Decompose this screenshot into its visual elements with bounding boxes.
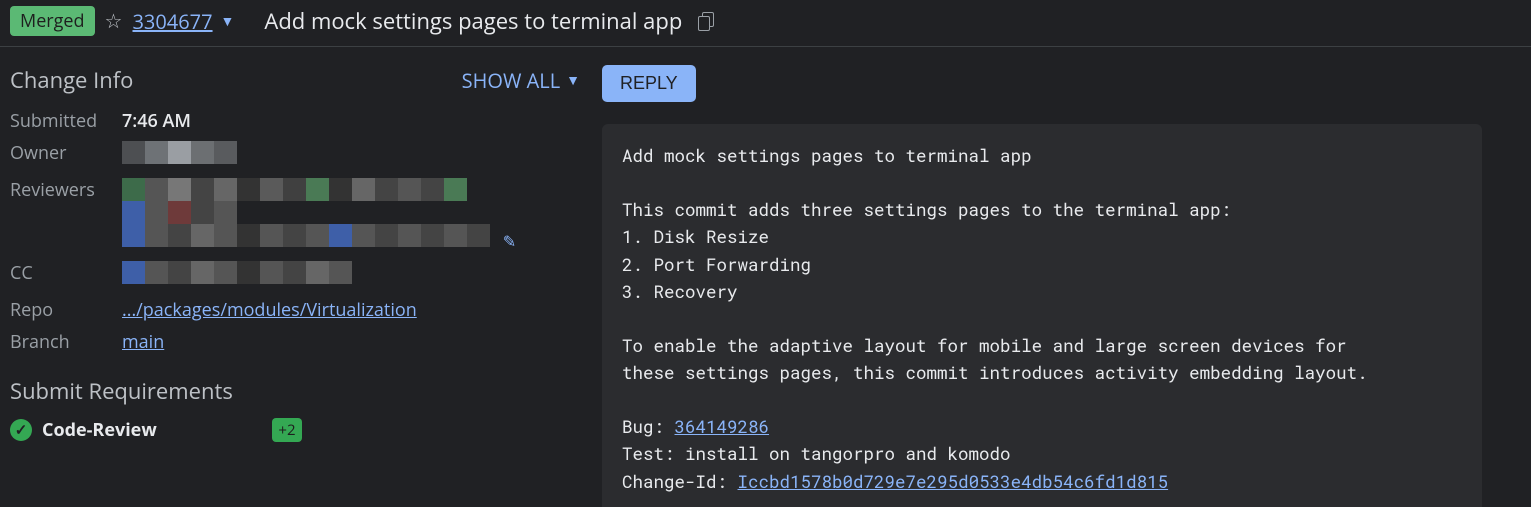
submitted-row: Submitted 7:46 AM	[10, 109, 580, 133]
branch-link[interactable]: main	[122, 330, 164, 354]
change-info-panel: Change Info SHOW ALL ▼ Submitted 7:46 AM…	[10, 65, 580, 442]
main-content: Change Info SHOW ALL ▼ Submitted 7:46 AM…	[0, 47, 1531, 507]
cc-value-redacted	[122, 261, 352, 290]
copy-icon[interactable]	[698, 12, 714, 30]
commit-body-intro: This commit adds three settings pages to…	[622, 198, 1231, 221]
reply-button[interactable]: REPLY	[602, 65, 696, 102]
change-info-heading: Change Info	[10, 65, 133, 95]
commit-bug-label: Bug:	[622, 415, 675, 438]
commit-body-para: To enable the adaptive layout for mobile…	[622, 334, 1368, 384]
submitted-value: 7:46 AM	[122, 109, 191, 133]
commit-list-1: 1. Disk Resize	[622, 225, 769, 248]
show-all-label: SHOW ALL	[462, 67, 560, 94]
requirement-row: ✓ Code-Review +2	[10, 418, 580, 442]
repo-row: Repo .../packages/modules/Virtualization	[10, 298, 580, 322]
check-circle-icon: ✓	[10, 419, 32, 441]
repo-label: Repo	[10, 298, 122, 322]
owner-value-redacted	[122, 141, 237, 170]
commit-list-3: 3. Recovery	[622, 280, 738, 303]
show-all-button[interactable]: SHOW ALL ▼	[462, 67, 580, 94]
commit-changeid-link[interactable]: Iccbd1578b0d729e7e295d0533e4db54c6fd1d81…	[738, 470, 1169, 493]
cc-row: CC	[10, 261, 580, 290]
owner-row: Owner	[10, 141, 580, 170]
branch-row: Branch main	[10, 330, 580, 354]
chevron-down-icon: ▼	[566, 71, 580, 90]
status-chip-merged: Merged	[10, 6, 95, 36]
commit-title: Add mock settings pages to terminal app	[622, 144, 1032, 167]
edit-reviewers-icon[interactable]: ✎	[503, 230, 516, 252]
reviewers-row: Reviewers ✎	[10, 178, 580, 253]
commit-message-box: Add mock settings pages to terminal app …	[602, 124, 1482, 507]
commit-test-line: Test: install on tangorpro and komodo	[622, 442, 1011, 465]
change-number-dropdown-icon[interactable]: ▼	[221, 12, 235, 31]
vote-chip: +2	[272, 418, 302, 442]
change-header: Merged ☆ 3304677 ▼ Add mock settings pag…	[0, 0, 1531, 47]
cc-label: CC	[10, 261, 122, 285]
commit-changeid-label: Change-Id:	[622, 470, 738, 493]
owner-label: Owner	[10, 141, 122, 165]
change-title: Add mock settings pages to terminal app	[264, 6, 682, 36]
repo-link[interactable]: .../packages/modules/Virtualization	[122, 298, 417, 322]
submit-requirements-heading: Submit Requirements	[10, 376, 580, 406]
reviewers-label: Reviewers	[10, 178, 122, 202]
submitted-label: Submitted	[10, 109, 122, 133]
reviewers-value-redacted: ✎	[122, 178, 516, 253]
branch-label: Branch	[10, 330, 122, 354]
commit-bug-link[interactable]: 364149286	[675, 415, 770, 438]
commit-list-2: 2. Port Forwarding	[622, 253, 811, 276]
requirement-name: Code-Review	[42, 418, 262, 442]
star-icon[interactable]: ☆	[105, 11, 123, 31]
change-number-link[interactable]: 3304677	[132, 8, 212, 35]
message-panel: REPLY Add mock settings pages to termina…	[602, 65, 1521, 507]
